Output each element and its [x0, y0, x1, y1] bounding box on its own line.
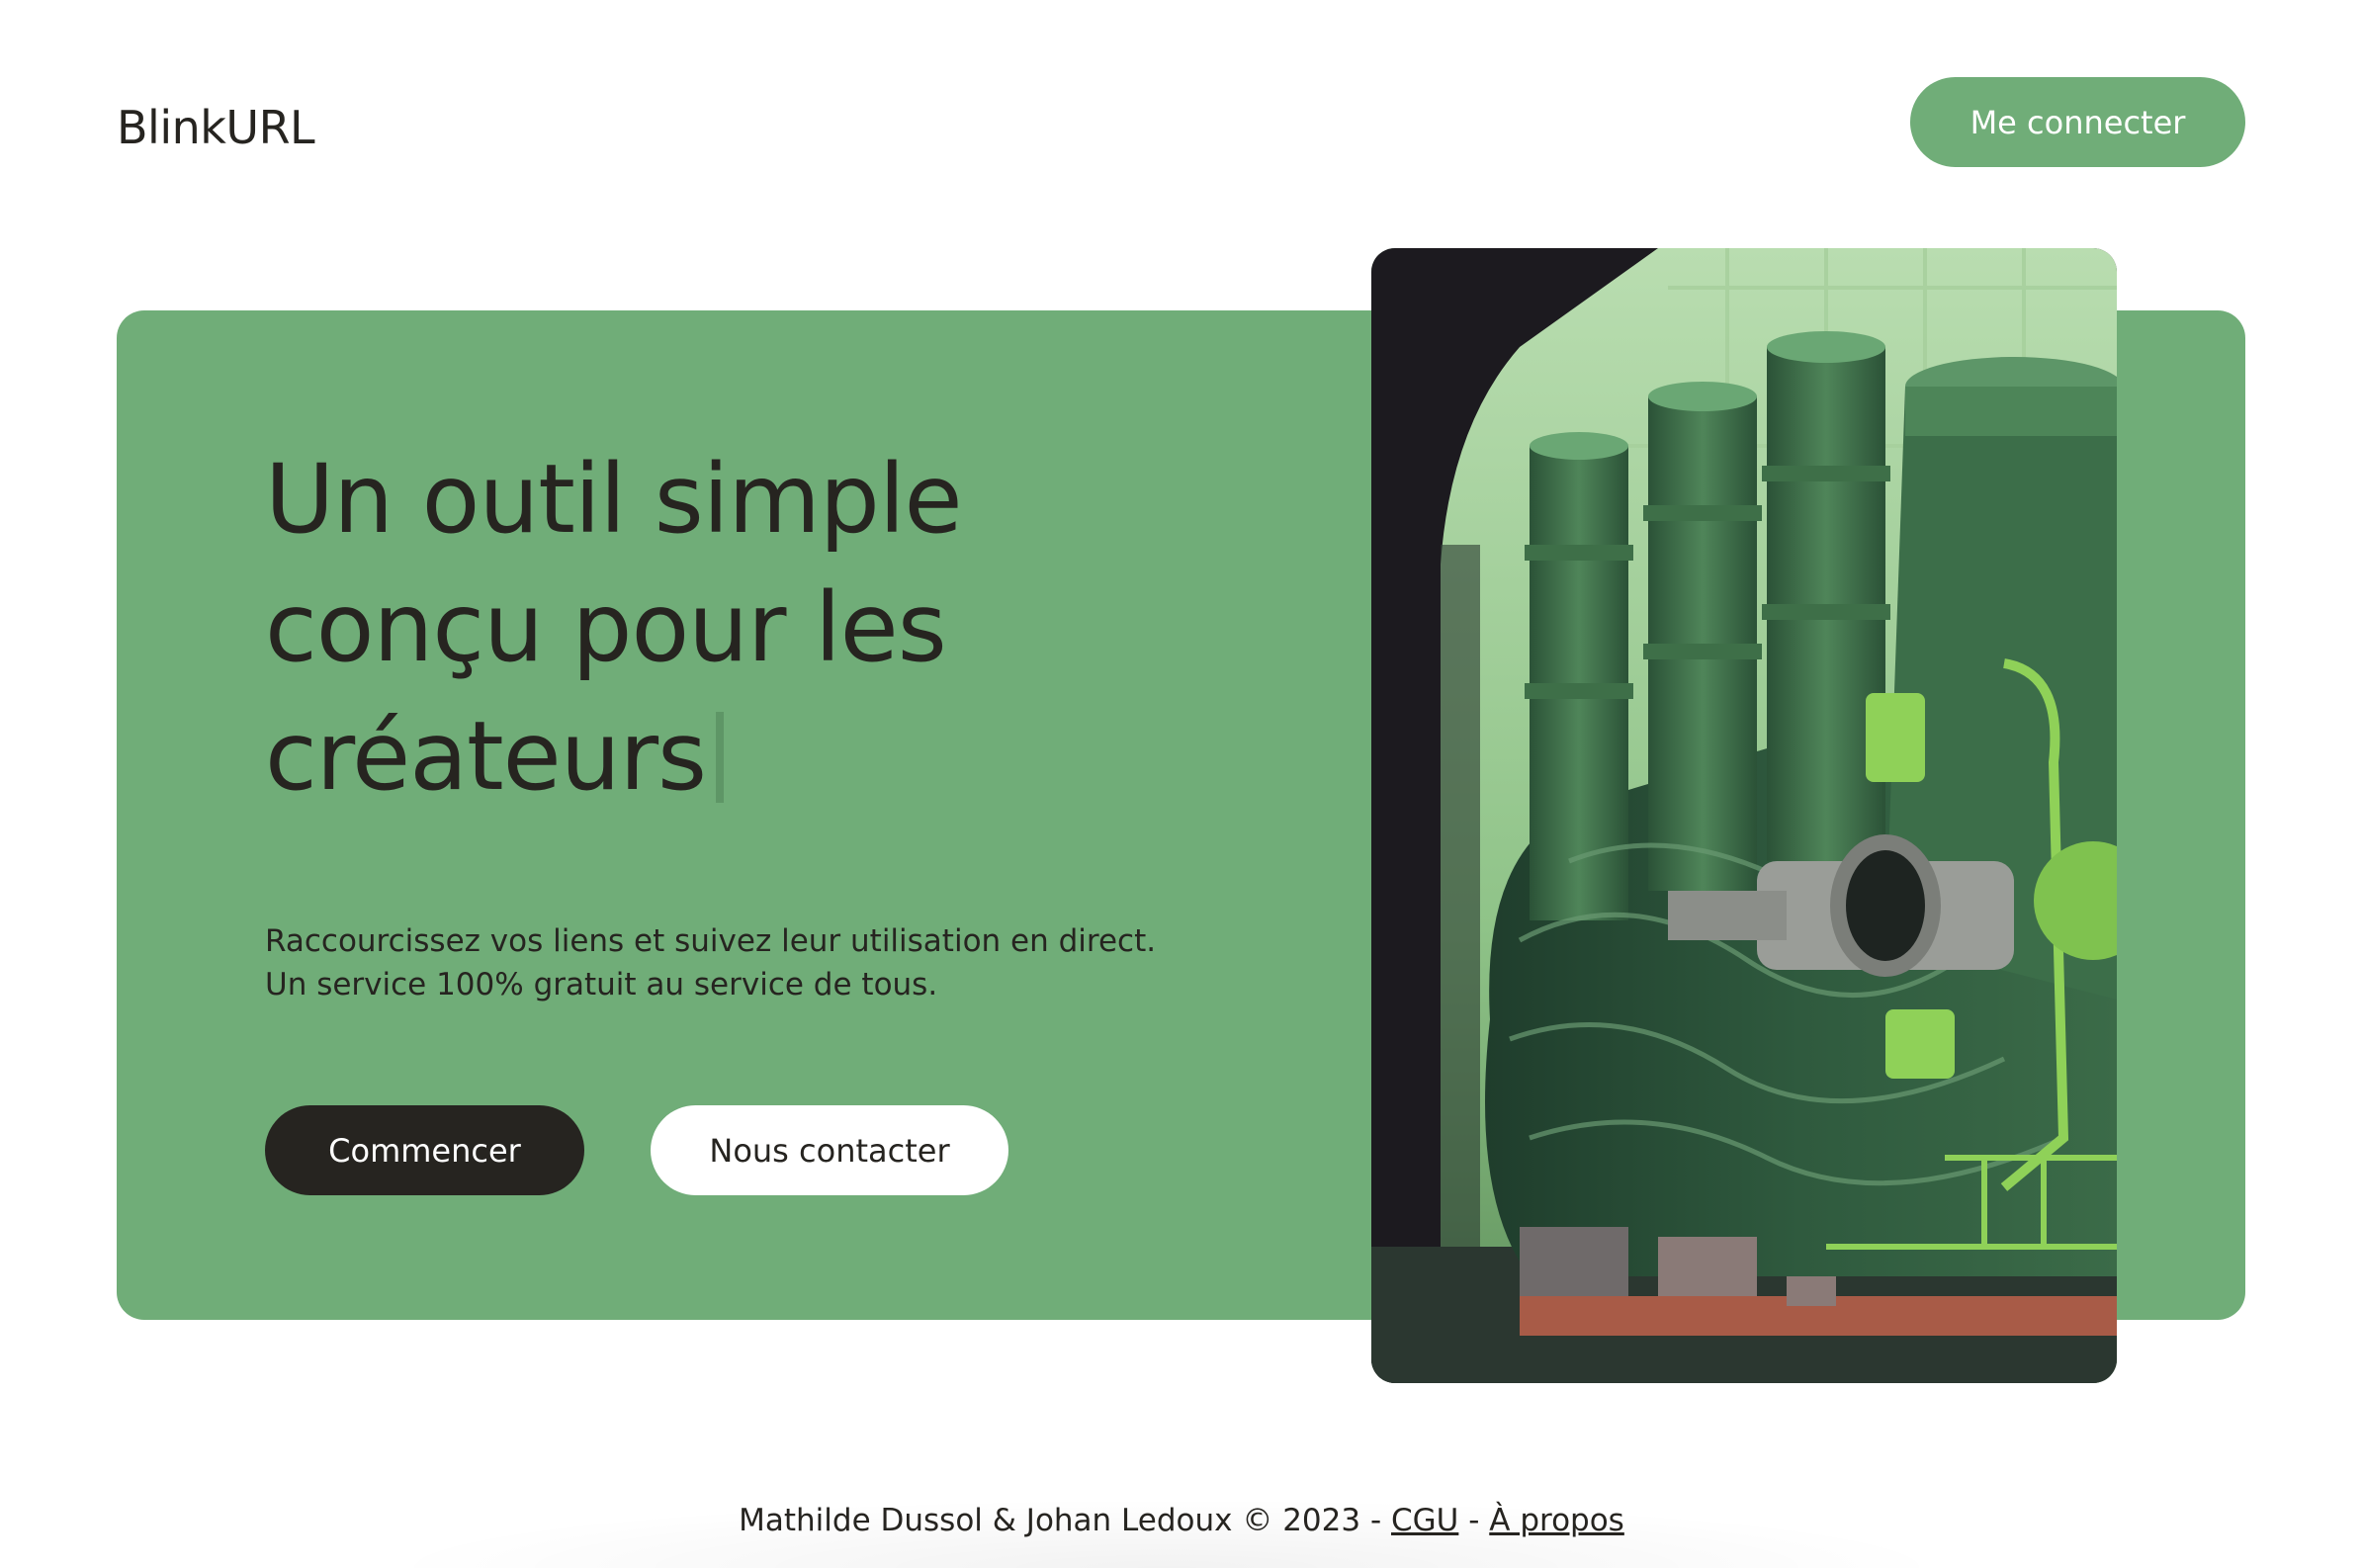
brand-logo[interactable]: BlinkURL — [117, 101, 315, 154]
cgu-link[interactable]: CGU — [1391, 1503, 1458, 1538]
headline-line-3: créateurs — [265, 692, 1155, 821]
subtitle-line-1: Raccourcissez vos liens et suivez leur u… — [265, 923, 1157, 959]
footer: Mathilde Dussol & Johan Ledoux © 2023 - … — [0, 1503, 2363, 1538]
hero-headline: Un outil simple conçu pour les créateurs — [265, 435, 1155, 821]
footer-credits: Mathilde Dussol & Johan Ledoux © 2023 - — [739, 1503, 1382, 1538]
about-link[interactable]: À propos — [1489, 1503, 1624, 1538]
login-button[interactable]: Me connecter — [1910, 77, 2245, 167]
subtitle-line-2: Un service 100% gratuit au service de to… — [265, 967, 938, 1002]
headline-line-1: Un outil simple — [265, 444, 963, 555]
headline-line-3-text: créateurs — [265, 701, 707, 812]
hero-subtitle: Raccourcissez vos liens et suivez leur u… — [265, 919, 1156, 1006]
industrial-machine-illustration — [1371, 248, 2117, 1383]
typing-cursor — [716, 712, 725, 803]
footer-separator: - — [1468, 1503, 1480, 1538]
contact-button[interactable]: Nous contacter — [651, 1105, 1008, 1195]
start-button[interactable]: Commencer — [265, 1105, 584, 1195]
landing-page: BlinkURL Me connecter Un outil simple co… — [0, 0, 2363, 1568]
headline-line-2: conçu pour les — [265, 572, 947, 683]
